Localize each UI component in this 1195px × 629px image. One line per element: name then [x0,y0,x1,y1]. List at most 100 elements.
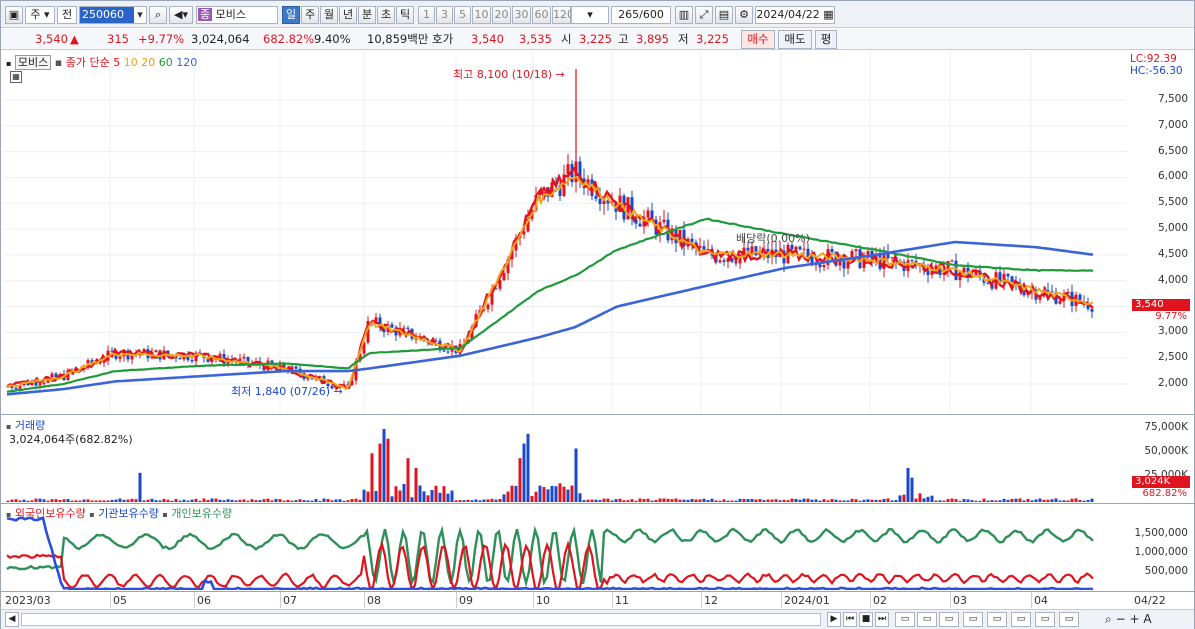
volume-bar [490,498,494,502]
scroll-track[interactable] [21,613,821,626]
last-icon[interactable]: ⏭ [875,612,889,627]
x-tick: 11 [615,594,629,607]
interval-button[interactable]: 30 [512,6,531,24]
layout-2-icon[interactable]: ▭ [917,612,937,627]
interval-button[interactable]: 1 [418,6,435,24]
layout-4-icon[interactable]: ▭ [963,612,983,627]
layout-6-icon[interactable]: ▭ [1011,612,1031,627]
volume-bar [74,500,78,502]
layout-8-icon[interactable]: ▭ [1059,612,1079,627]
layout-7-icon[interactable]: ▭ [1035,612,1055,627]
prev-select[interactable]: 전 [57,6,77,24]
date-input[interactable]: 2024/04/22 ▦ [755,6,835,24]
interval-button[interactable]: 60 [532,6,551,24]
volume-bar [378,443,382,502]
period-tab[interactable]: 틱 [396,6,414,24]
volume-bar [862,499,866,502]
save-icon[interactable]: ▤ [715,6,733,24]
zoom-in-icon[interactable]: + [1129,612,1139,626]
up-arrow-icon: ▲ [70,32,79,46]
buy-button[interactable]: 매수 [741,30,775,49]
scroll-left-icon[interactable]: ◀ [5,612,19,627]
x-tick: 04 [1034,594,1048,607]
period-tab[interactable]: 일 [282,6,300,24]
volume-pane[interactable]: ▪ 거래량 3,024,064주(682.82%) [3,415,1127,502]
holding-pane[interactable]: ▪ 외국인보유수량 ▪ 기관보유수량 ▪ 개인보유수량 [3,504,1127,593]
price-pane[interactable]: ▪ 모비스 ▪ 종가 단순 5 10 20 60 120 ▦ 최고 8,100 … [3,52,1127,413]
volume-bar [382,429,386,502]
candle-body [50,373,54,378]
high-annotation: 최고 8,100 (10/18) → [453,66,565,82]
table-icon[interactable]: ▦ [10,71,22,83]
volume-bar [442,486,446,502]
evaluate-button[interactable]: 평 [815,30,837,49]
price-tick: 4,500 [1157,247,1188,260]
count-field[interactable]: 265/600 [611,6,671,24]
stock-code-input[interactable]: 250060 ▾ [79,6,147,24]
volume-bar [138,472,142,502]
volume-bar [286,499,290,502]
legend-dot-icon: ▪ [89,510,95,519]
scroll-right-icon[interactable]: ▶ [827,612,841,627]
x-gridline [701,592,702,608]
layout-icon[interactable]: ▣ [5,6,23,24]
first-icon[interactable]: ⏮ [843,612,857,627]
period-tab[interactable]: 초 [377,6,395,24]
volume-bar [1086,500,1090,502]
volume-bar [530,495,534,502]
sell-button[interactable]: 매도 [778,30,812,49]
gear-icon[interactable]: ⚙ [735,6,753,24]
prev-label: 전 [61,8,73,21]
volume-bar [774,499,778,502]
candle-icon[interactable]: ▥ [675,6,693,24]
x-tick: 02 [873,594,887,607]
interval-button[interactable]: 10 [472,6,491,24]
volume-bar [894,500,898,502]
arrow-right-icon: → [333,385,343,398]
layout-1-icon[interactable]: ▭ [895,612,915,627]
layout-3-icon[interactable]: ▭ [939,612,959,627]
calendar-icon[interactable]: ▦ [823,8,833,21]
zoom-controls: ⌕ − + A [1105,612,1152,627]
candle-body [830,249,834,253]
speaker-icon[interactable]: ◀▾ [169,6,193,24]
period-tab[interactable]: 년 [339,6,357,24]
draw-tool-icon[interactable]: ⤢ [695,6,713,24]
candle-body [822,264,826,268]
candle-body [406,327,410,329]
interval-button[interactable]: 120 [552,6,574,24]
interval-button[interactable]: 20 [492,6,511,24]
zoom-out-icon[interactable]: − [1116,612,1126,626]
volume-bar [858,500,862,502]
candle-body [486,304,490,310]
volume-bar [494,499,498,502]
volume-bar [142,500,146,502]
interval-button[interactable]: 5 [454,6,471,24]
font-size-icon[interactable]: A [1143,612,1151,626]
period-tab[interactable]: 주 [301,6,319,24]
volume-bar [1050,499,1054,502]
interval-button[interactable]: 3 [436,6,453,24]
volume-bar [834,499,838,502]
current-price: 3,540 [35,32,68,46]
interval-select[interactable]: ▾ [571,6,609,24]
scroll-bar[interactable]: ◀ ▶ ⏮ ■ ⏭ ▭ ▭ ▭ ▭ ▭ ▭ ▭ ▭ ⌕ − + A [1,609,1194,629]
low-annotation: 최저 1,840 (07/26) → [231,383,343,399]
volume-bar [794,498,798,502]
volume-bar [762,500,766,502]
legend-stock-name[interactable]: 모비스 [14,55,52,70]
quote-bar: 3,540 ▲ 315 +9.77% 3,024,064 682.82% 9.4… [1,29,1194,50]
market-select[interactable]: 주 ▾ [25,6,55,24]
bid-label: 호가 [432,32,454,46]
layout-5-icon[interactable]: ▭ [987,612,1007,627]
price-chart [3,52,1127,413]
volume-bar [410,497,414,502]
search-icon[interactable]: ⌕ [1105,612,1112,626]
stock-name-field[interactable]: 종 모비스 [196,6,278,24]
stop-icon[interactable]: ■ [859,612,873,627]
period-tab[interactable]: 분 [358,6,376,24]
search-icon[interactable]: ⌕ [149,6,167,24]
volume-bar [994,500,998,502]
period-tab[interactable]: 월 [320,6,338,24]
x-gridline [533,592,534,608]
